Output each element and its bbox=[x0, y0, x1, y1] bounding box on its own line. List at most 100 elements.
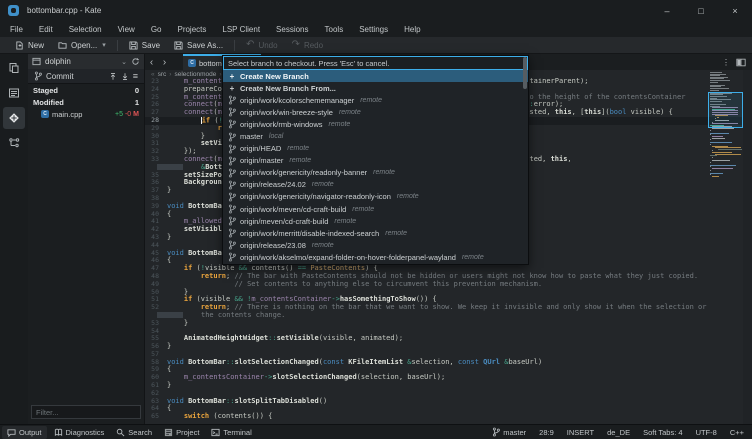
toolbar-separator bbox=[234, 40, 235, 51]
minimap-line bbox=[712, 168, 732, 169]
statusbar-item-28-9[interactable]: 28:9 bbox=[539, 428, 554, 437]
new-button[interactable]: New bbox=[8, 38, 51, 52]
statusbar-item-c-[interactable]: C++ bbox=[730, 428, 744, 437]
menu-selection[interactable]: Selection bbox=[61, 21, 110, 37]
minimap-line bbox=[710, 142, 732, 143]
branch-item[interactable]: masterlocal bbox=[223, 130, 528, 142]
menu-lsp-client[interactable]: LSP Client bbox=[214, 21, 268, 37]
menu-edit[interactable]: Edit bbox=[31, 21, 61, 37]
branch-scope-tag: remote bbox=[289, 157, 311, 164]
minimap-viewport[interactable] bbox=[708, 92, 743, 128]
branch-label: origin/master bbox=[240, 156, 283, 165]
commit-button[interactable]: Commit bbox=[46, 72, 74, 81]
branch-item[interactable]: origin/master remote bbox=[223, 155, 528, 167]
statusbar-terminal-button[interactable]: Terminal bbox=[206, 426, 256, 439]
branch-item[interactable]: origin/work/rmb-windowsremote bbox=[223, 118, 528, 130]
code-line: 63void BottomBar::slotSplitTabDisabled() bbox=[145, 398, 752, 406]
open-dropdown-caret[interactable]: ▾ bbox=[102, 41, 106, 49]
branch-search-input[interactable]: Select branch to checkout. Press 'Esc' t… bbox=[223, 56, 528, 70]
new-file-icon bbox=[15, 41, 24, 50]
editor-scrollbar[interactable] bbox=[743, 70, 752, 424]
menu-file[interactable]: File bbox=[2, 21, 31, 37]
branch-label: origin/release/23.08 bbox=[240, 241, 306, 250]
branch-item[interactable]: origin/work/akselmo/expand-folder-on-hov… bbox=[223, 251, 528, 263]
branch-item[interactable]: origin/release/24.02remote bbox=[223, 179, 528, 191]
tab-overflow-icon[interactable]: ⋮ bbox=[722, 58, 730, 67]
nav-forward-icon[interactable]: › bbox=[158, 57, 171, 68]
menu-view[interactable]: View bbox=[110, 21, 143, 37]
modified-section[interactable]: Modified 1 bbox=[28, 96, 144, 108]
project-selector[interactable]: dolphin ⌄ bbox=[28, 54, 144, 69]
branch-item[interactable]: origin/HEADremote bbox=[223, 143, 528, 155]
branch-item[interactable]: origin/work/genericity/readonly-banner re… bbox=[223, 167, 528, 179]
branch-item[interactable]: origin/work/kcolorschememanagerremote bbox=[223, 94, 528, 106]
statusbar-item-insert[interactable]: INSERT bbox=[567, 428, 594, 437]
open-folder-icon bbox=[58, 41, 67, 50]
close-button[interactable]: × bbox=[718, 0, 752, 21]
line-number[interactable]: 65 bbox=[145, 413, 163, 421]
sidebar-icon-strip bbox=[0, 54, 28, 424]
menu-help[interactable]: Help bbox=[396, 21, 428, 37]
branch-item[interactable]: origin/meven/cd-craft-buildremote bbox=[223, 215, 528, 227]
undo-button[interactable]: ↶ Undo bbox=[239, 38, 285, 52]
git-project-panel: dolphin ⌄ Commit ≡ Staged 0 Modified 1 bbox=[28, 54, 145, 424]
git-menu-icon[interactable]: ≡ bbox=[133, 71, 138, 81]
statusbar-diagnostics-button[interactable]: Diagnostics bbox=[49, 426, 110, 439]
maximize-button[interactable]: □ bbox=[684, 0, 718, 21]
branch-icon bbox=[228, 132, 236, 142]
branch-icon bbox=[228, 192, 236, 202]
statusbar-project-button[interactable]: Project bbox=[159, 426, 204, 439]
staged-section[interactable]: Staged 0 bbox=[28, 84, 144, 96]
toolbar-separator bbox=[117, 40, 118, 51]
menu-settings[interactable]: Settings bbox=[351, 21, 396, 37]
branch-item[interactable]: origin/work/win-breeze-styleremote bbox=[223, 106, 528, 118]
menu-tools[interactable]: Tools bbox=[317, 21, 352, 37]
line-number[interactable]: 52 bbox=[145, 304, 163, 312]
statusbar-item-soft-tabs-4[interactable]: Soft Tabs: 4 bbox=[643, 428, 682, 437]
project-dropdown-icon[interactable]: ⌄ bbox=[121, 58, 127, 66]
branch-scope-tag: remote bbox=[373, 169, 395, 176]
push-icon[interactable] bbox=[109, 72, 117, 81]
menu-go[interactable]: Go bbox=[143, 21, 170, 37]
branch-scope-tag: remote bbox=[385, 230, 407, 237]
popup-scrollbar-thumb[interactable] bbox=[523, 57, 527, 89]
split-view-icon[interactable] bbox=[736, 58, 746, 67]
menu-projects[interactable]: Projects bbox=[169, 21, 214, 37]
open-button[interactable]: Open... ▾ bbox=[51, 38, 113, 52]
breadcrumb-collapse-icon[interactable]: « bbox=[151, 71, 155, 78]
branch-item[interactable]: origin/work/meven/cd-craft-buildremote bbox=[223, 203, 528, 215]
save-as-button[interactable]: Save As... bbox=[167, 38, 230, 52]
branch-action-item[interactable]: +Create New Branch bbox=[223, 70, 528, 82]
branch-icon bbox=[228, 180, 236, 190]
branch-label: Create New Branch From... bbox=[240, 84, 336, 93]
sidebar-documents-icon[interactable] bbox=[3, 57, 25, 79]
sidebar-git-icon[interactable] bbox=[3, 107, 25, 129]
branch-item[interactable]: origin/work/merritt/disable-indexed-sear… bbox=[223, 227, 528, 239]
pull-icon[interactable] bbox=[121, 72, 129, 81]
minimize-button[interactable]: – bbox=[650, 0, 684, 21]
branch-item[interactable]: origin/release/23.08remote bbox=[223, 239, 528, 251]
refresh-icon[interactable] bbox=[131, 57, 140, 66]
branch-item[interactable]: origin/work/genericity/navigator-readonl… bbox=[223, 191, 528, 203]
redo-button[interactable]: ↷ Redo bbox=[285, 38, 331, 52]
save-button[interactable]: Save bbox=[122, 38, 167, 52]
statusbar-item-utf-8[interactable]: UTF-8 bbox=[696, 428, 717, 437]
statusbar-output-button[interactable]: Output bbox=[2, 426, 47, 439]
nav-back-icon[interactable]: ‹ bbox=[145, 57, 158, 68]
sidebar-filesystem-icon[interactable] bbox=[3, 82, 25, 104]
branch-item[interactable] bbox=[223, 264, 528, 265]
menu-sessions[interactable]: Sessions bbox=[268, 21, 316, 37]
status-bar: OutputDiagnosticsSearch Project Terminal m… bbox=[0, 424, 752, 439]
filter-input[interactable]: Filter... bbox=[31, 405, 141, 419]
statusbar-item-master[interactable]: master bbox=[492, 427, 526, 437]
statusbar-button-label: Project bbox=[176, 428, 199, 437]
line-number[interactable]: 33 bbox=[145, 156, 163, 164]
sidebar-symbols-icon[interactable] bbox=[3, 132, 25, 154]
statusbar-item-de-de[interactable]: de_DE bbox=[607, 428, 630, 437]
statusbar-search-button[interactable]: Search bbox=[111, 426, 157, 439]
modified-file-row[interactable]: C main.cpp +5 -0 M bbox=[28, 108, 144, 120]
minimap[interactable] bbox=[710, 72, 742, 400]
branch-label: origin/work/genericity/readonly-banner bbox=[240, 168, 367, 177]
branch-action-item[interactable]: +Create New Branch From... bbox=[223, 82, 528, 94]
branch-scope-tag: remote bbox=[339, 109, 361, 116]
